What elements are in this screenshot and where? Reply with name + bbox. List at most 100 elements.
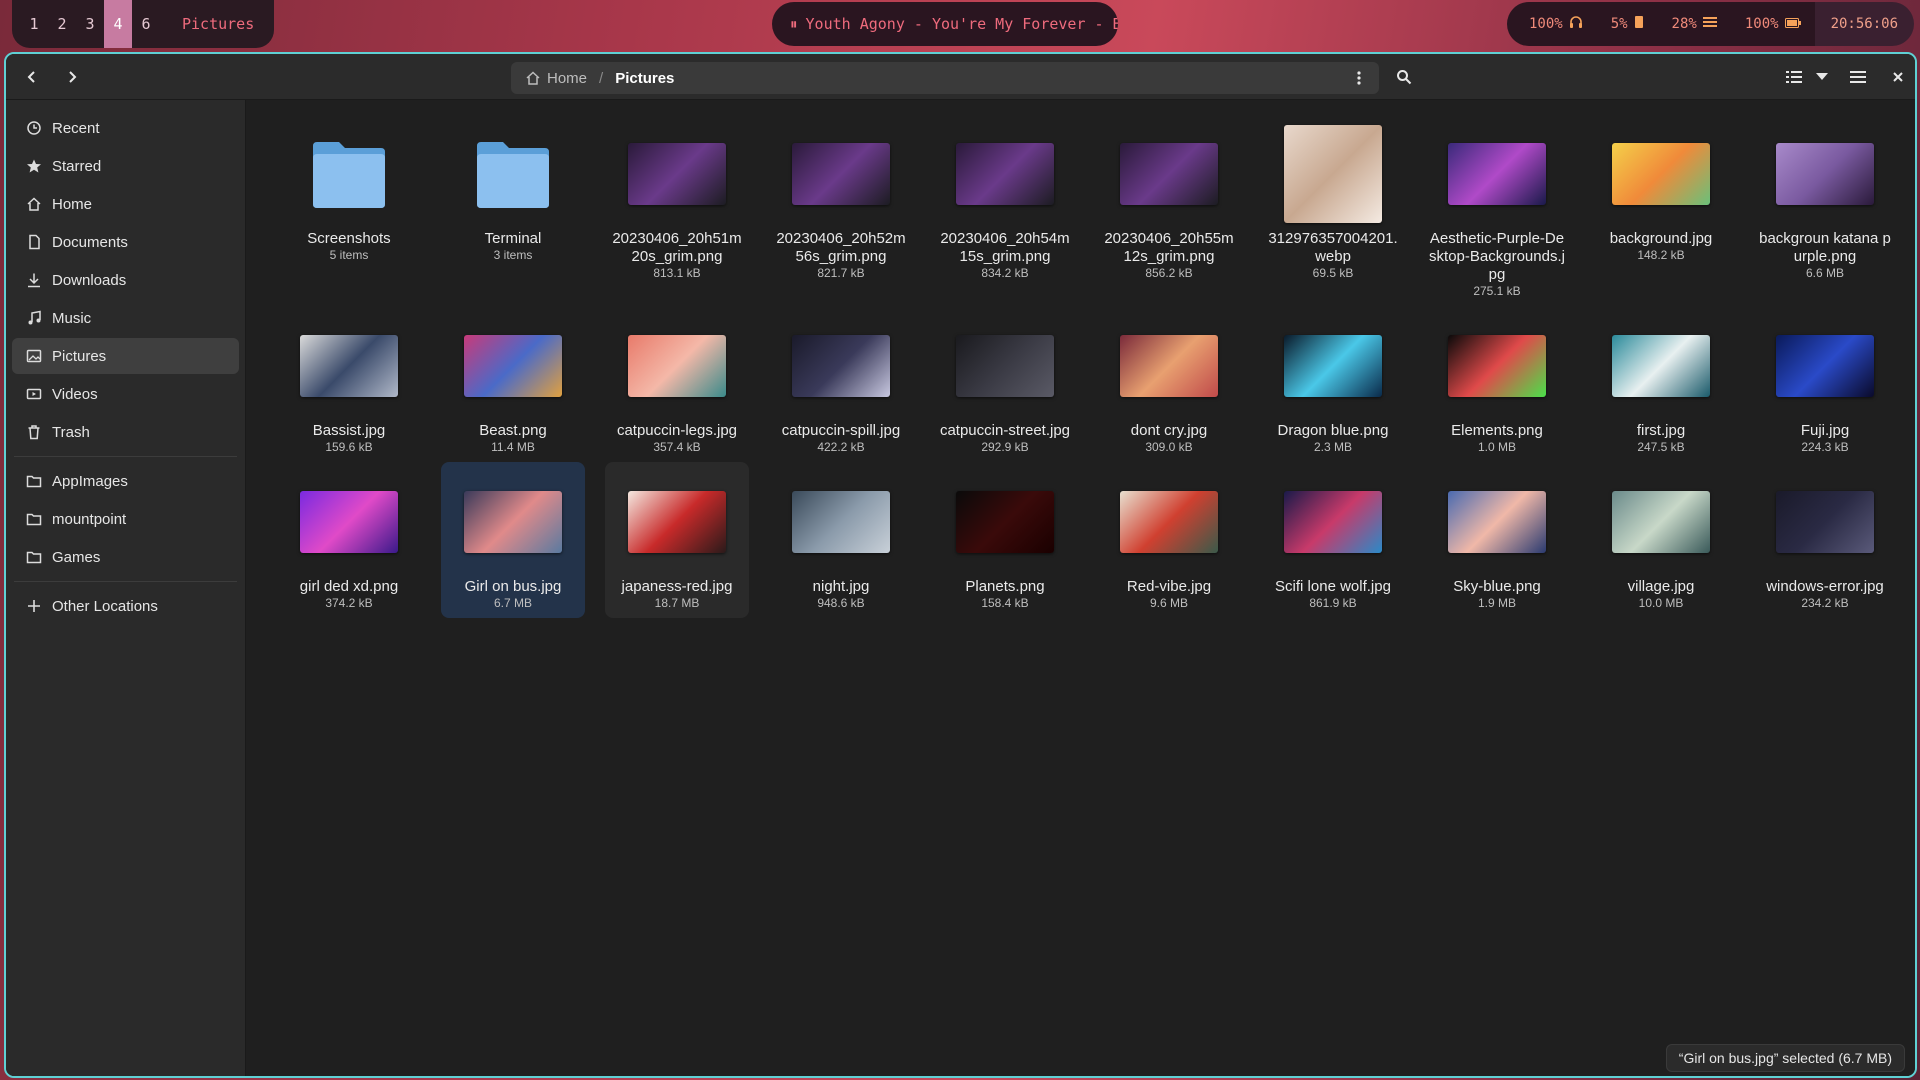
battery-status[interactable]: 100% <box>1730 2 1815 46</box>
media-player-widget[interactable]: ⏸ Youth Agony - You're My Forever - Be <box>772 2 1118 46</box>
sidebar-item-appimages[interactable]: AppImages <box>12 463 239 499</box>
plus-icon <box>28 600 40 612</box>
image-thumbnail <box>792 335 890 397</box>
sidebar-item-label: Downloads <box>52 271 127 289</box>
folder-item[interactable]: Terminal 3 items <box>441 114 585 306</box>
selection-status: “Girl on bus.jpg” selected (6.7 MB) <box>1665 1044 1905 1072</box>
sidebar-item-pictures[interactable]: Pictures <box>12 338 239 374</box>
file-item[interactable]: Planets.png 158.4 kB <box>933 462 1077 618</box>
file-item[interactable]: Scifi lone wolf.jpg 861.9 kB <box>1261 462 1405 618</box>
image-thumbnail <box>1776 335 1874 397</box>
caret-down-icon <box>1816 73 1828 80</box>
sidebar-item-label: Recent <box>52 119 100 137</box>
cpu-status[interactable]: 5% <box>1596 2 1658 46</box>
workspace-1[interactable]: 1 <box>20 0 48 48</box>
file-item[interactable]: night.jpg 948.6 kB <box>769 462 913 618</box>
workspace-6[interactable]: 6 <box>132 0 160 48</box>
file-name: 312976357004201.webp <box>1268 230 1398 265</box>
pause-icon[interactable]: ⏸ <box>790 15 798 33</box>
sidebar-item-downloads[interactable]: Downloads <box>12 262 239 298</box>
workspace-2[interactable]: 2 <box>48 0 76 48</box>
folder-item[interactable]: Screenshots 5 items <box>277 114 421 306</box>
file-item[interactable]: 20230406_20h54m15s_grim.png 834.2 kB <box>933 114 1077 306</box>
file-size: 422.2 kB <box>817 440 865 454</box>
back-button[interactable] <box>16 61 48 93</box>
view-options-dropdown[interactable] <box>1806 61 1838 93</box>
file-item[interactable]: 312976357004201.webp 69.5 kB <box>1261 114 1405 306</box>
file-item[interactable]: Sky-blue.png 1.9 MB <box>1425 462 1569 618</box>
breadcrumb-current[interactable]: Pictures <box>615 70 674 87</box>
sidebar-item-games[interactable]: Games <box>12 539 239 575</box>
image-thumbnail <box>792 491 890 553</box>
image-thumbnail <box>1448 335 1546 397</box>
sidebar-item-music[interactable]: Music <box>12 300 239 336</box>
sidebar-item-other-locations[interactable]: Other Locations <box>12 588 239 624</box>
file-name: Girl on bus.jpg <box>464 578 562 595</box>
file-size: 11.4 MB <box>491 440 535 454</box>
sidebar-item-recent[interactable]: Recent <box>12 110 239 146</box>
file-item[interactable]: catpuccin-street.jpg 292.9 kB <box>933 306 1077 462</box>
sidebar-item-home[interactable]: Home <box>12 186 239 222</box>
file-name: village.jpg <box>1627 578 1695 595</box>
file-name: dont cry.jpg <box>1130 422 1208 439</box>
sidebar-item-documents[interactable]: Documents <box>12 224 239 260</box>
sidebar-item-starred[interactable]: Starred <box>12 148 239 184</box>
video-icon <box>26 388 42 400</box>
thumbnail-frame <box>1265 470 1401 574</box>
file-item[interactable]: 20230406_20h52m56s_grim.png 821.7 kB <box>769 114 913 306</box>
file-name: backgroun katana purple.png <box>1759 230 1891 265</box>
workspace-4[interactable]: 4 <box>104 0 132 48</box>
file-item[interactable]: backgroun katana purple.png 6.6 MB <box>1753 114 1897 306</box>
battery-full-icon <box>1784 16 1801 32</box>
file-item[interactable]: 20230406_20h51m20s_grim.png 813.1 kB <box>605 114 749 306</box>
sidebar-item-label: Music <box>52 309 92 327</box>
file-size: 69.5 kB <box>1312 266 1354 280</box>
clock[interactable]: 20:56:06 <box>1814 2 1914 46</box>
file-name: Dragon blue.png <box>1277 422 1389 439</box>
file-size: 275.1 kB <box>1473 284 1521 298</box>
file-item[interactable]: girl ded xd.png 374.2 kB <box>277 462 421 618</box>
file-item[interactable]: first.jpg 247.5 kB <box>1589 306 1733 462</box>
sidebar-item-mountpoint[interactable]: mountpoint <box>12 501 239 537</box>
image-thumbnail <box>1612 491 1710 553</box>
sidebar-item-label: Home <box>52 195 93 213</box>
file-item[interactable]: Fuji.jpg 224.3 kB <box>1753 306 1897 462</box>
volume-status[interactable]: 100% <box>1506 2 1597 46</box>
file-size: 9.6 MB <box>1149 596 1188 610</box>
image-thumbnail <box>628 491 726 553</box>
sidebar-item-videos[interactable]: Videos <box>12 376 239 412</box>
main-menu-button[interactable] <box>1842 61 1874 93</box>
file-item[interactable]: catpuccin-legs.jpg 357.4 kB <box>605 306 749 462</box>
file-item[interactable]: Elements.png 1.0 MB <box>1425 306 1569 462</box>
file-item[interactable]: 20230406_20h55m12s_grim.png 856.2 kB <box>1097 114 1241 306</box>
search-button[interactable] <box>1388 61 1420 93</box>
file-item[interactable]: catpuccin-spill.jpg 422.2 kB <box>769 306 913 462</box>
file-size: 10.0 MB <box>1638 596 1684 610</box>
file-item[interactable]: Girl on bus.jpg 6.7 MB <box>441 462 585 618</box>
forward-button[interactable] <box>56 61 88 93</box>
breadcrumb-home[interactable]: Home <box>525 70 587 87</box>
path-menu-button[interactable] <box>1347 66 1371 90</box>
file-item[interactable]: village.jpg 10.0 MB <box>1589 462 1733 618</box>
image-thumbnail <box>1776 491 1874 553</box>
home-icon <box>526 71 540 85</box>
thumbnail-frame <box>1101 470 1237 574</box>
workspace-3[interactable]: 3 <box>76 0 104 48</box>
file-item[interactable]: Dragon blue.png 2.3 MB <box>1261 306 1405 462</box>
file-item[interactable]: Red-vibe.jpg 9.6 MB <box>1097 462 1241 618</box>
file-item[interactable]: Aesthetic-Purple-Desktop-Backgrounds.jpg… <box>1425 114 1569 306</box>
file-name: Bassist.jpg <box>312 422 386 439</box>
image-thumbnail <box>1612 143 1710 205</box>
memory-status[interactable]: 28% <box>1657 2 1731 46</box>
image-thumbnail <box>1284 491 1382 553</box>
file-item[interactable]: Bassist.jpg 159.6 kB <box>277 306 421 462</box>
file-size: 6.6 MB <box>1805 266 1844 280</box>
file-item[interactable]: japaness-red.jpg 18.7 MB <box>605 462 749 618</box>
file-item[interactable]: background.jpg 148.2 kB <box>1589 114 1733 306</box>
file-item[interactable]: Beast.png 11.4 MB <box>441 306 585 462</box>
file-item[interactable]: windows-error.jpg 234.2 kB <box>1753 462 1897 618</box>
sidebar-item-trash[interactable]: Trash <box>12 414 239 450</box>
file-name: Planets.png <box>965 578 1045 595</box>
close-button[interactable] <box>1882 61 1914 93</box>
file-item[interactable]: dont cry.jpg 309.0 kB <box>1097 306 1241 462</box>
